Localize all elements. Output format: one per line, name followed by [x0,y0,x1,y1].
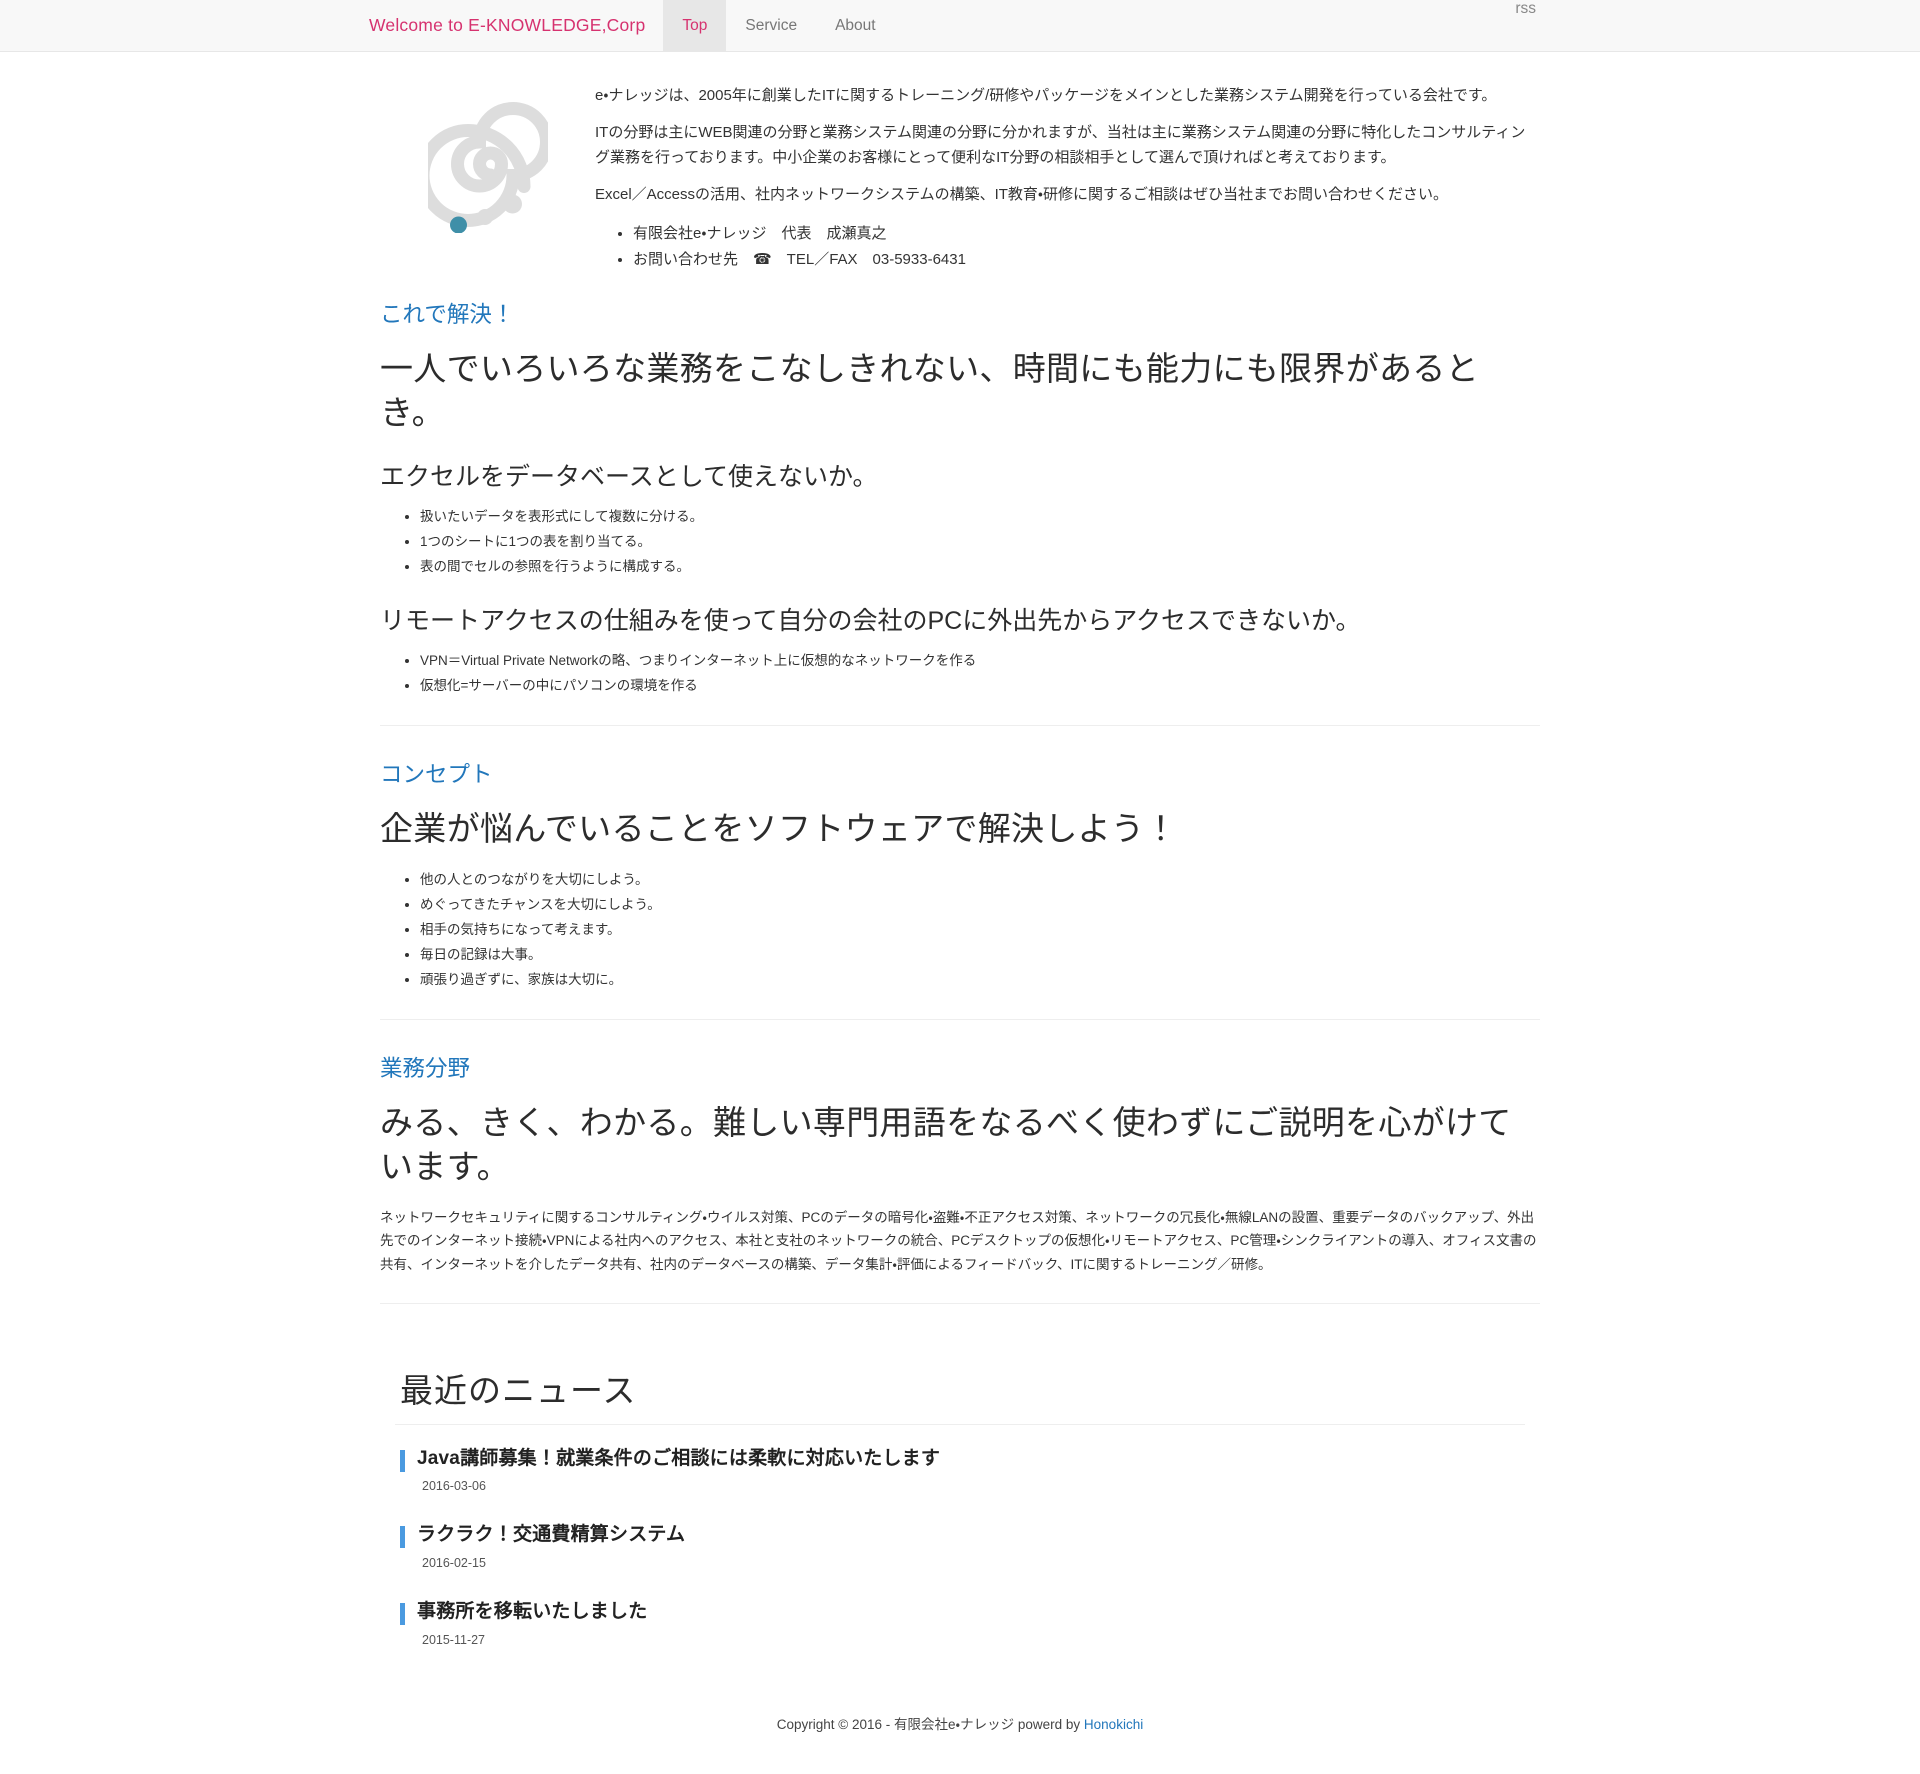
hero-paragraph-3: Excel／Accessの活用、社内ネットワークシステムの構築、IT教育・研修に… [595,185,1449,203]
news-list-item[interactable]: 事務所を移転いたしました 2015-11-27 [395,1600,1525,1647]
news-accent-bar [400,1449,405,1472]
news-list-item[interactable]: ラクラク！交通費精算システム 2016-02-15 [395,1523,1525,1570]
section-solution: これで解決！ 一人でいろいろな業務をこなしきれない、時間にも能力にも限界があると… [380,274,1540,726]
hero-contact-list: 有限会社e・ナレッジ 代表 成瀬真之 お問い合わせ先 ☎ TEL／FAX 03-… [595,221,1540,274]
logo-dot-medium [476,209,493,225]
hero-paragraph-2: ITの分野は主にWEB関連の分野と業務システム関連の分野に分かれますが、当社は主… [595,124,1526,166]
news-headline-link[interactable]: 事務所を移転いたしました [417,1600,1525,1624]
subsection-title-excel: エクセルをデータベースとして使えないか。 [380,463,878,492]
news-date: 2016-02-15 [422,1556,486,1571]
list-item: 表の間でセルの参照を行うように構成する。 [420,555,1540,580]
nav-link-about[interactable]: About [816,0,895,51]
section-headline: 一人でいろいろな業務をこなしきれない、時間にも能力にも限界があるとき。 [380,349,1479,432]
hero-paragraph-1: e・ナレッジは、2005年に創業したITに関するトレーニング/研修やパッケージを… [595,87,1497,104]
section-business-field: 業務分野 みる、きく、わかる。難しい専門用語をなるべく使わずにご説明を心がけてい… [380,1028,1540,1304]
spiral-logo-icon [416,78,553,234]
list-item: 仮想化=サーバーの中にパソコンの環境を作る [420,674,1540,699]
top-navigation-bar: Welcome to E-KNOWLEDGE,Corp Top Service … [0,0,1920,52]
list-item: 相手の気持ちになって考えます。 [420,918,1540,943]
news-list-item[interactable]: Java講師募集！就業条件のご相談には柔軟に対応いたします 2016-03-06 [395,1447,1525,1494]
divider [380,724,1540,726]
news-section: 最近のニュース Java講師募集！就業条件のご相談には柔軟に対応いたします 20… [0,1312,1920,1647]
page-container: e・ナレッジは、2005年に創業したITに関するトレーニング/研修やパッケージを… [365,52,1555,1304]
news-inner: 最近のニュース Java講師募集！就業条件のご相談には柔軟に対応いたします 20… [380,1364,1540,1647]
logo-dot-accent [449,216,467,234]
news-date: 2016-03-06 [422,1479,486,1494]
list-item: 頑張り過ぎずに、家族は大切に。 [420,968,1540,993]
list-item: 他の人とのつながりを大切にしよう。 [420,868,1540,893]
news-date: 2015-11-27 [422,1632,486,1647]
list-item: 扱いたいデータを表形式にして複数に分ける。 [420,505,1540,530]
nav-item-service[interactable]: Service [726,0,816,51]
hero-logo-wrapper [380,72,595,234]
section-headline: 企業が悩んでいることをソフトウェアで解決しよう！ [380,810,1178,848]
section-eyebrow: 業務分野 [380,1055,471,1081]
subsection-title-remote-access: リモートアクセスの仕組みを使って自分の会社のPCに外出先からアクセスできないか。 [380,606,1361,635]
nav-link-rss[interactable]: rss [1496,0,1555,18]
nav-link-top[interactable]: Top [663,0,727,51]
section-concept: コンセプト 企業が悩んでいることをソフトウェアで解決しよう！ 他の人とのつながり… [380,734,1540,1020]
section-eyebrow: これで解決！ [380,301,515,327]
divider [395,1423,1525,1425]
news-accent-bar [400,1603,405,1626]
divider [380,1018,1540,1020]
footer-credit-link[interactable]: Honokichi [1084,1717,1143,1732]
nav-item-rss[interactable]: rss [1496,0,1555,51]
page-footer: Copyright © 2016 - 有限会社e・ナレッジ powerd by … [0,1677,1920,1774]
news-heading: 最近のニュース [400,1371,637,1409]
main-nav-list: Top Service About [663,0,894,51]
list-item: VPN＝Virtual Private Networkの略、つまりインターネット… [420,649,1540,674]
nav-right-list: rss [1496,0,1555,51]
concept-list: 他の人とのつながりを大切にしよう。 めぐってきたチャンスを大切にしよう。 相手の… [380,868,1540,993]
footer-copyright-text: Copyright © 2016 - 有限会社e・ナレッジ powerd by [776,1716,1084,1732]
section-eyebrow: コンセプト [380,761,493,787]
list-item: 有限会社e・ナレッジ 代表 成瀬真之 [633,221,1540,247]
section-body: ネットワークセキュリティに関するコンサルティング・ウイルス対策、PCのデータの暗… [380,1209,1537,1273]
list-item: お問い合わせ先 ☎ TEL／FAX 03-5933-6431 [633,247,1540,273]
news-headline-link[interactable]: ラクラク！交通費精算システム [417,1523,1525,1547]
navbar-inner: Welcome to E-KNOWLEDGE,Corp Top Service … [365,0,1555,51]
nav-item-about[interactable]: About [816,0,895,51]
list-item: 1つのシートに1つの表を割り当てる。 [420,530,1540,555]
divider [380,1302,1540,1304]
nav-item-top[interactable]: Top [663,0,727,51]
news-accent-bar [400,1526,405,1549]
hero-section: e・ナレッジは、2005年に創業したITに関するトレーニング/研修やパッケージを… [380,52,1540,274]
nav-link-service[interactable]: Service [726,0,816,51]
brand-link[interactable]: Welcome to E-KNOWLEDGE,Corp [365,0,663,51]
list-item: 毎日の記録は大事。 [420,943,1540,968]
hero-text-block: e・ナレッジは、2005年に創業したITに関するトレーニング/研修やパッケージを… [595,72,1540,274]
logo-dot-large [502,194,522,214]
list-item: めぐってきたチャンスを大切にしよう。 [420,893,1540,918]
news-headline-link[interactable]: Java講師募集！就業条件のご相談には柔軟に対応いたします [417,1447,1525,1471]
footer-copyright: Copyright © 2016 - 有限会社e・ナレッジ powerd by … [777,1717,1143,1732]
section-headline: みる、きく、わかる。難しい専門用語をなるべく使わずにご説明を心がけています。 [380,1103,1512,1186]
subsection-list-excel: 扱いたいデータを表形式にして複数に分ける。 1つのシートに1つの表を割り当てる。… [380,505,1540,580]
subsection-list-remote-access: VPN＝Virtual Private Networkの略、つまりインターネット… [380,649,1540,699]
